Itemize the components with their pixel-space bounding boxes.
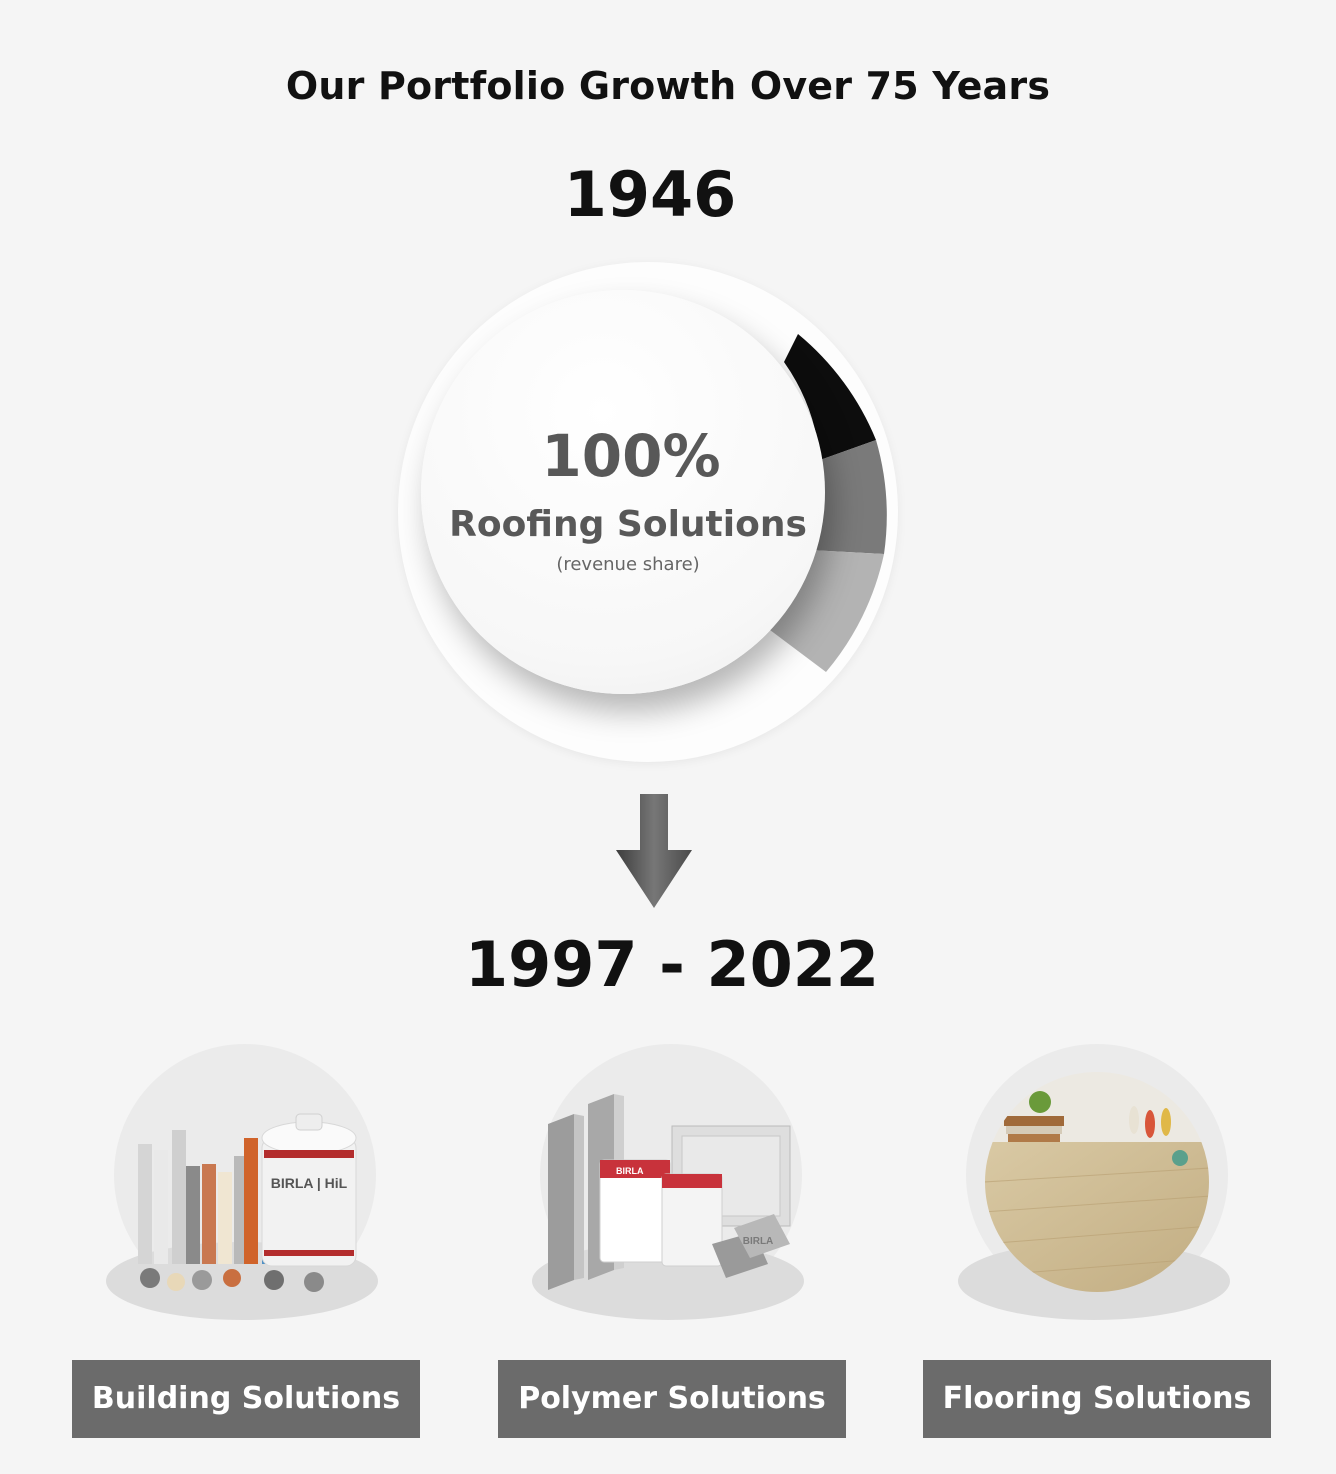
revenue-dial: 100% Roofing Solutions (revenue share) <box>398 262 898 762</box>
panels-and-bags-icon: BIRLA BIRLA <box>548 1094 791 1290</box>
down-arrow-icon <box>616 794 692 908</box>
page-title: Our Portfolio Growth Over 75 Years <box>285 64 1051 108</box>
polymer-solutions-image: BIRLA BIRLA <box>532 1044 812 1324</box>
svg-text:BIRLA: BIRLA <box>616 1166 644 1176</box>
revenue-segment-label: Roofing Solutions <box>449 504 807 545</box>
period-range: 1997 - 2022 <box>464 928 880 1001</box>
revenue-percent: 100% <box>541 422 721 490</box>
polymer-solutions-label: Polymer Solutions <box>498 1360 846 1438</box>
start-year: 1946 <box>563 158 737 231</box>
flooring-solutions-image <box>958 1044 1238 1324</box>
building-solutions-image: BIRLA | HiL <box>106 1044 386 1324</box>
pipes-and-tank-icon: BIRLA | HiL <box>138 1113 357 1292</box>
building-solutions-label: Building Solutions <box>72 1360 420 1438</box>
svg-text:BIRLA: BIRLA <box>743 1236 774 1247</box>
wood-floor-icon <box>985 1072 1209 1292</box>
svg-text:BIRLA | HiL: BIRLA | HiL <box>271 1175 348 1191</box>
flooring-solutions-label: Flooring Solutions <box>923 1360 1271 1438</box>
revenue-sublabel: (revenue share) <box>556 554 700 575</box>
